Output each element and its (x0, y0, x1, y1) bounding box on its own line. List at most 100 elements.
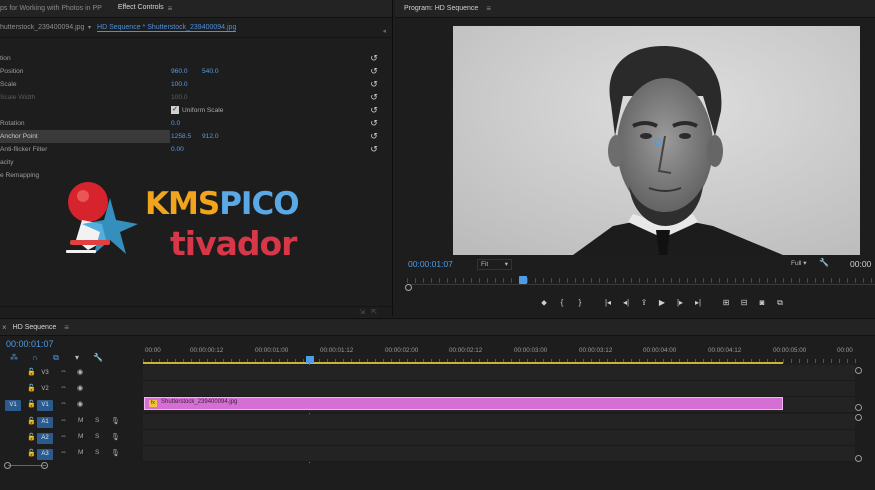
program-time-ruler[interactable] (407, 275, 875, 285)
panel-menu-icon[interactable]: ≡ (168, 4, 173, 13)
export-frame-icon[interactable]: ◙ (753, 296, 771, 310)
linked-selection-icon[interactable]: ⧉ (50, 353, 62, 363)
wrench-icon[interactable]: 🔧 (819, 258, 829, 267)
track-body[interactable] (143, 430, 855, 446)
track-label[interactable]: V1 (37, 400, 53, 411)
mute-button[interactable]: M (78, 417, 83, 424)
timeline-clip[interactable]: fx Shutterstock_239400094.jpg (144, 397, 783, 410)
track-body[interactable] (143, 381, 855, 397)
track-body[interactable] (143, 365, 855, 381)
button-editor-icon[interactable]: ⧉ (771, 296, 789, 310)
property-row-opacity[interactable]: acity (0, 156, 384, 169)
sync-lock-icon[interactable]: ⇔ (60, 449, 67, 456)
sync-lock-icon[interactable]: ⇔ (60, 368, 67, 375)
solo-button[interactable]: S (95, 433, 99, 440)
mute-button[interactable]: M (78, 433, 83, 440)
lock-icon[interactable]: 🔓 (27, 449, 36, 457)
filter-icons[interactable]: ⇲⇱ (359, 308, 383, 316)
microphone-icon[interactable]: 🎙 (111, 433, 120, 441)
go-to-in-icon[interactable]: |◂ (599, 296, 617, 310)
chevron-down-icon[interactable]: ▾ (88, 24, 91, 31)
anchor-y-value[interactable]: 912.0 (202, 130, 219, 143)
reset-icon[interactable]: ↺ (369, 79, 379, 89)
program-monitor-title[interactable]: Program: HD Sequence (395, 5, 478, 12)
play-icon[interactable]: ▶ (653, 296, 671, 310)
mark-out-icon[interactable]: } (571, 296, 589, 310)
track-label[interactable]: V3 (37, 368, 53, 379)
reset-icon[interactable]: ↺ (369, 105, 379, 115)
nest-icon[interactable]: ⁂ (8, 353, 20, 363)
work-area-bar[interactable] (143, 362, 783, 364)
lock-icon[interactable]: 🔓 (27, 433, 36, 441)
scroll-handle[interactable] (855, 404, 862, 411)
sync-lock-icon[interactable]: ⇔ (60, 417, 67, 424)
track-label[interactable]: A1 (37, 417, 53, 428)
panel-menu-icon[interactable]: ≡ (486, 4, 491, 13)
reset-icon[interactable]: ↺ (369, 66, 379, 76)
eye-icon[interactable]: ◉ (77, 400, 83, 408)
go-to-out-icon[interactable]: ▸| (689, 296, 707, 310)
microphone-icon[interactable]: 🎙 (111, 449, 120, 457)
position-x-value[interactable]: 960.0 (171, 65, 188, 78)
microphone-icon[interactable]: 🎙 (111, 417, 120, 425)
timeline-timecode[interactable]: 00:00:01:07 (6, 339, 54, 349)
timeline-playhead[interactable] (306, 356, 314, 363)
sync-lock-icon[interactable]: ⇔ (60, 384, 67, 391)
reset-icon[interactable]: ↺ (369, 144, 379, 154)
track-body[interactable] (143, 414, 855, 430)
sync-lock-icon[interactable]: ⇔ (60, 433, 67, 440)
timeline-title[interactable]: HD Sequence (13, 324, 57, 331)
scroll-handle[interactable] (855, 367, 862, 374)
horizontal-zoom-scrollbar[interactable] (4, 462, 48, 469)
chevron-left-icon[interactable]: ◂ (382, 27, 386, 35)
checkmark-icon[interactable]: ✓ (171, 106, 179, 115)
scroll-handle[interactable] (855, 455, 862, 462)
solo-button[interactable]: S (95, 449, 99, 456)
scroll-handle[interactable] (4, 462, 11, 469)
position-y-value[interactable]: 540.0 (202, 65, 219, 78)
track-label[interactable]: V2 (37, 384, 53, 395)
rotation-value[interactable]: 0.0 (171, 117, 180, 130)
track-body[interactable] (143, 446, 855, 462)
scroll-handle[interactable] (855, 414, 862, 421)
step-back-icon[interactable]: ◂| (617, 296, 635, 310)
mute-button[interactable]: M (78, 449, 83, 456)
sequence-clip-label[interactable]: HD Sequence * Shutterstock_239400094.jpg (97, 24, 237, 32)
reset-icon[interactable]: ↺ (369, 131, 379, 141)
eye-icon[interactable]: ◉ (77, 384, 83, 392)
lock-icon[interactable]: 🔓 (27, 368, 36, 376)
master-clip-label[interactable]: hutterstock_239400094.jpg (0, 24, 88, 31)
tab-project[interactable]: ps for Working with Photos in PP (0, 0, 110, 17)
scale-value[interactable]: 100.0 (171, 78, 188, 91)
reset-icon[interactable]: ↺ (369, 118, 379, 128)
program-monitor-canvas[interactable] (453, 26, 860, 255)
track-label[interactable]: A3 (37, 449, 53, 460)
scroll-handle[interactable] (41, 462, 48, 469)
source-patch-v1[interactable]: V1 (5, 400, 21, 411)
eye-icon[interactable]: ◉ (77, 368, 83, 376)
wrench-icon[interactable]: 🔧 (92, 353, 104, 363)
marker-icon[interactable]: ▾ (71, 353, 83, 363)
snap-icon[interactable]: ∩ (29, 353, 41, 363)
overwrite-icon[interactable]: ⊟ (735, 296, 753, 310)
step-forward-icon[interactable]: |▸ (671, 296, 689, 310)
reset-icon[interactable]: ↺ (369, 92, 379, 102)
anchor-x-value[interactable]: 1258.5 (171, 130, 191, 143)
uniform-scale-checkbox[interactable]: ✓ Uniform Scale (171, 104, 223, 117)
program-timecode[interactable]: 00:00:01:07 (408, 259, 453, 269)
timeline-ruler[interactable]: 00:00 00:00:00:12 00:00:01:00 00:00:01:1… (143, 343, 863, 363)
anti-flicker-value[interactable]: 0.00 (171, 143, 184, 156)
zoom-handle[interactable] (405, 284, 412, 291)
resolution-select[interactable]: Full ▾ (791, 259, 807, 267)
track-label[interactable]: A2 (37, 433, 53, 444)
tab-effect-controls[interactable]: Effect Controls (110, 0, 172, 17)
panel-menu-icon[interactable]: ≡ (64, 323, 69, 332)
add-marker-icon[interactable]: ⬥ (535, 296, 553, 310)
mark-in-icon[interactable]: { (553, 296, 571, 310)
sync-lock-icon[interactable]: ⇔ (60, 400, 67, 407)
program-playhead[interactable] (519, 276, 527, 284)
lift-icon[interactable]: ⇪ (635, 296, 653, 310)
lock-icon[interactable]: 🔓 (27, 384, 36, 392)
close-icon[interactable]: × (2, 323, 7, 332)
vertical-zoom-scrollbar[interactable] (855, 367, 862, 467)
